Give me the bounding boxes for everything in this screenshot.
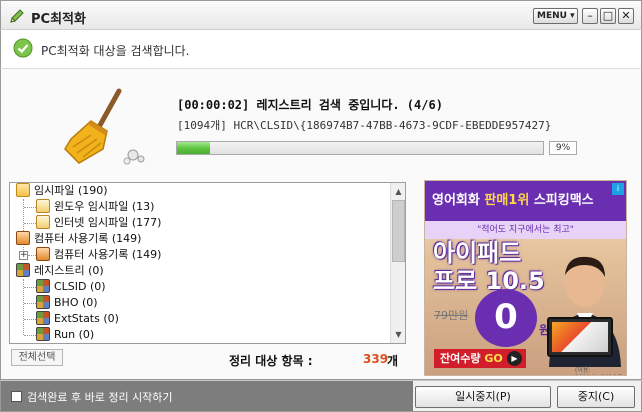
- stop-button[interactable]: 중지(C): [557, 386, 635, 408]
- progress-fill: [177, 142, 210, 154]
- broom-icon: [64, 88, 145, 165]
- ad-header-text: 영어회화: [432, 193, 485, 208]
- status-area: PC최적화 대상을 검색합니다.: [0, 30, 642, 68]
- tablet-image: [547, 317, 613, 357]
- window-title: PC최적화: [31, 12, 86, 27]
- ad-fine-print: (이용: 2012.1~2016.7 기준): [575, 367, 622, 375]
- auto-clean-label[interactable]: 검색완료 후 바로 정리 시작하기: [27, 389, 173, 405]
- registry-icon: [36, 279, 50, 293]
- scan-progress-bar: [176, 141, 544, 155]
- ad-cta-go: GO: [484, 352, 503, 365]
- scroll-up-arrow-icon[interactable]: ▲: [392, 184, 405, 199]
- tree-item-internet-temp[interactable]: 인터넷 임시파일 (177): [36, 215, 161, 231]
- check-circle-icon: [13, 38, 33, 58]
- tree-item-run[interactable]: Run (0): [36, 327, 94, 343]
- summary-unit: 개: [387, 354, 399, 368]
- tree-item-label: 윈도우 임시파일 (13): [54, 200, 155, 213]
- history-book-icon: [36, 247, 50, 261]
- folder-icon: [16, 183, 30, 197]
- history-book-icon: [16, 231, 30, 245]
- tree-item-label: 컴퓨터 사용기록 (149): [54, 248, 162, 261]
- ad-cta-text: 잔여수량: [440, 352, 485, 365]
- tree-item-label: 컴퓨터 사용기록 (149): [34, 232, 142, 245]
- auto-clean-checkbox[interactable]: [11, 391, 22, 402]
- tree-item-temp-files[interactable]: 임시파일 (190): [16, 183, 108, 199]
- scan-category-tree[interactable]: 임시파일 (190) 윈도우 임시파일 (13) 인터넷 임시파일 (177) …: [9, 182, 406, 344]
- tree-item-clsid[interactable]: CLSID (0): [36, 279, 106, 295]
- ad-old-price: 79만원: [434, 309, 469, 322]
- registry-icon: [36, 311, 50, 325]
- tree-item-registry[interactable]: 레지스트리 (0): [16, 263, 104, 279]
- ad-price-zero: 0: [475, 289, 537, 347]
- auto-clean-area: 검색완료 후 바로 정리 시작하기: [1, 381, 413, 411]
- registry-icon: [36, 327, 50, 341]
- summary-count: 339: [363, 352, 389, 366]
- ad-header: 영어회화 판매1위 스피킹맥스 i: [425, 181, 626, 221]
- tree-item-windows-temp[interactable]: 윈도우 임시파일 (13): [36, 199, 154, 215]
- minimize-button[interactable]: –: [582, 8, 598, 24]
- status-message: PC최적화 대상을 검색합니다.: [41, 44, 190, 58]
- ad-info-icon[interactable]: i: [612, 183, 624, 195]
- ad-cta-button[interactable]: 잔여수량 GO ▶: [434, 349, 526, 368]
- ad-headline-line1: 아이패드: [433, 239, 522, 267]
- scrollbar-thumb[interactable]: [392, 200, 405, 262]
- close-button[interactable]: ✕: [618, 8, 634, 24]
- tree-scrollbar[interactable]: ▲ ▼: [390, 183, 405, 343]
- menu-button[interactable]: MENU ▾: [533, 8, 578, 24]
- ad-headline: 아이패드 프로 10.5: [433, 239, 545, 295]
- pause-button[interactable]: 일시중지(P): [415, 386, 551, 408]
- maximize-button[interactable]: □: [600, 8, 616, 24]
- tree-item-label: 레지스트리 (0): [34, 264, 104, 277]
- ad-headline-line2: 프로 10.5: [433, 267, 545, 295]
- play-icon: ▶: [507, 351, 522, 366]
- registry-icon: [36, 295, 50, 309]
- tree-item-label: BHO (0): [54, 296, 98, 309]
- document-icon: [36, 215, 50, 229]
- expand-button[interactable]: +: [19, 251, 28, 260]
- ad-tagline: "적어도 지구에서는 최고": [425, 221, 626, 239]
- pencil-icon: [10, 9, 24, 23]
- tree-item-label: ExtStats (0): [54, 312, 119, 325]
- registry-icon: [16, 263, 30, 277]
- progress-percent: 9%: [549, 141, 577, 155]
- tree-item-extstats[interactable]: ExtStats (0): [36, 311, 119, 327]
- tree-item-label: Run (0): [54, 328, 95, 341]
- scan-current-path: [1094개] HCR\CLSID\{186974B7-47BB-4673-9C…: [177, 119, 552, 132]
- summary-label: 정리 대상 항목 :: [229, 354, 313, 368]
- select-all-button[interactable]: 전체선택: [11, 349, 63, 366]
- tree-item-label: 인터넷 임시파일 (177): [54, 216, 162, 229]
- scan-status-title: [00:00:02] 레지스트리 검색 중입니다. (4/6): [177, 98, 443, 112]
- ad-header-brand: 스피킹맥스: [529, 193, 594, 208]
- scroll-down-arrow-icon[interactable]: ▼: [392, 327, 405, 342]
- title-bar: PC최적화 MENU ▾ – □ ✕: [0, 0, 642, 30]
- document-icon: [36, 199, 50, 213]
- advertisement-banner[interactable]: 영어회화 판매1위 스피킹맥스 i "적어도 지구에서는 최고" 아이패드 프로…: [424, 180, 627, 376]
- tree-item-usage-history[interactable]: 컴퓨터 사용기록 (149): [16, 231, 141, 247]
- main-panel: [00:00:02] 레지스트리 검색 중입니다. (4/6) [1094개] …: [0, 68, 642, 380]
- bottom-bar: 검색완료 후 바로 정리 시작하기 일시중지(P) 중지(C): [0, 380, 642, 412]
- tree-item-bho[interactable]: BHO (0): [36, 295, 98, 311]
- ad-header-highlight: 판매1위: [484, 193, 530, 208]
- tree-item-usage-history-sub[interactable]: 컴퓨터 사용기록 (149): [36, 247, 161, 263]
- tree-item-label: 임시파일 (190): [34, 184, 108, 197]
- tree-item-label: CLSID (0): [54, 280, 106, 293]
